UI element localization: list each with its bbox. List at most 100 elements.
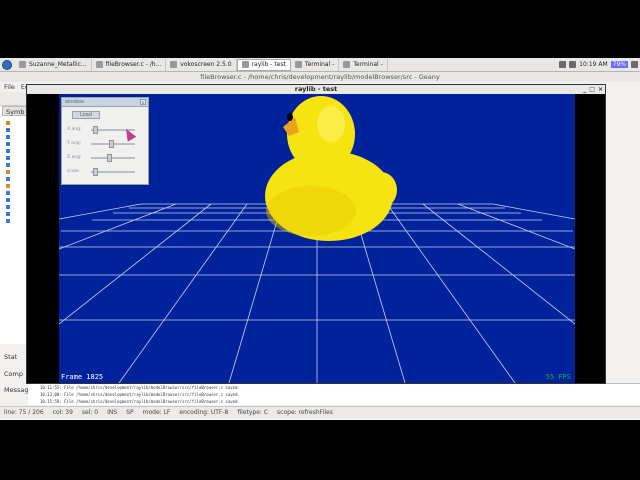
symbol-row[interactable] [6, 211, 24, 217]
folder-icon [6, 170, 10, 174]
terminal-icon [294, 61, 302, 68]
function-icon [6, 128, 10, 132]
function-icon [6, 177, 10, 181]
screen: Suzanne_Metallic... fileBrowser.c - /h..… [0, 0, 640, 480]
symbol-row[interactable] [6, 127, 24, 133]
folder-icon [6, 184, 10, 188]
taskbar: Suzanne_Metallic... fileBrowser.c - /h..… [0, 58, 640, 72]
status-sel: sel: 0 [81, 409, 99, 416]
symbol-row[interactable] [6, 148, 24, 154]
gui-close-button[interactable]: x [140, 99, 146, 105]
menu-file[interactable]: File [4, 82, 15, 92]
fps-counter: 55 FPS [545, 373, 571, 381]
load-button[interactable]: Load [72, 111, 100, 119]
message-line: 10:11:55: File /home/chris/development/r… [40, 385, 240, 390]
symbol-row[interactable] [6, 141, 24, 147]
frame-counter: Frame 1825 [61, 373, 104, 381]
slider-track[interactable] [91, 168, 135, 176]
raylib-window: raylib - test _ □ × Frame 1825 55 FPS wi… [26, 84, 606, 384]
symbol-row[interactable] [6, 134, 24, 140]
slider-scale: scale: [67, 168, 147, 176]
task-terminal-2[interactable]: Terminal - [339, 58, 388, 71]
symbol-row[interactable] [6, 162, 24, 168]
app-icon [19, 61, 26, 68]
function-icon [6, 135, 10, 139]
minimize-icon[interactable]: _ [583, 86, 586, 93]
close-icon[interactable]: × [598, 86, 603, 93]
raylib-titlebar[interactable]: raylib - test _ □ × [27, 85, 605, 94]
app-icon [170, 61, 178, 68]
function-icon [6, 205, 10, 209]
task-label: fileBrowser.c - /h... [105, 61, 162, 68]
task-label: Terminal - [304, 61, 335, 68]
tab-symbols[interactable]: Symb [2, 106, 29, 116]
app-icon [95, 61, 103, 68]
slider-knob[interactable] [107, 154, 113, 162]
status-ins: INS [107, 409, 118, 416]
task-label: vokoscreen 2.5.0 [180, 61, 232, 68]
slider-label: Y ang: [67, 141, 82, 146]
gui-window-title: window [65, 99, 84, 105]
slider-knob[interactable] [108, 140, 114, 148]
message-tabs: Stat Comp Messages [0, 344, 36, 404]
task-suzanne[interactable]: Suzanne_Metallic... [15, 58, 92, 71]
symbol-row[interactable] [6, 183, 24, 189]
task-filebrowser[interactable]: fileBrowser.c - /h... [92, 58, 167, 71]
slider-label: X ang: [67, 127, 82, 132]
status-sp: SP [126, 409, 134, 416]
raylib-window-title: raylib - test [294, 85, 338, 93]
status-encoding: encoding: UTF-8 [179, 409, 229, 416]
message-line: 10:13:00: File /home/chris/development/r… [40, 392, 240, 397]
message-line: 10:15:59: File /home/chris/development/r… [40, 399, 240, 404]
symbol-row[interactable] [6, 169, 24, 175]
window-controls: _ □ × [583, 86, 603, 93]
function-icon [6, 212, 10, 216]
geany-sidebar: Symb [0, 106, 29, 344]
status-mode: mode: LF [142, 409, 171, 416]
maximize-icon[interactable]: □ [589, 86, 595, 93]
symbol-row[interactable] [6, 197, 24, 203]
symbol-row[interactable] [6, 120, 24, 126]
task-vokoscreen[interactable]: vokoscreen 2.5.0 [166, 58, 237, 71]
task-terminal-1[interactable]: Terminal - [291, 58, 340, 71]
power-icon[interactable] [631, 61, 638, 68]
volume-icon[interactable] [569, 61, 577, 68]
gui-window-header[interactable]: window x [62, 98, 148, 107]
app-icon [241, 61, 249, 68]
function-icon [6, 191, 10, 195]
slider-knob[interactable] [92, 168, 98, 176]
folder-icon [6, 121, 10, 125]
slider-y-angle: Y ang: [67, 140, 147, 148]
slider-knob[interactable] [92, 126, 98, 134]
symbol-row[interactable] [6, 176, 24, 182]
status-col: col: 39 [52, 409, 73, 416]
symbol-row[interactable] [6, 190, 24, 196]
clock[interactable]: 10:19 AM [579, 61, 607, 68]
status-filetype: filetype: C [237, 409, 269, 416]
battery-indicator[interactable]: 79% [610, 61, 628, 68]
function-icon [6, 198, 10, 202]
status-line: line: 75 / 206 [4, 409, 44, 416]
slider-track[interactable] [91, 154, 135, 162]
terminal-icon [343, 61, 351, 68]
status-scope: scope: refreshFiles [277, 409, 333, 416]
tab-status[interactable]: Stat [4, 353, 17, 361]
function-icon [6, 149, 10, 153]
network-icon[interactable] [559, 61, 567, 68]
messages-panel: 10:11:55: File /home/chris/development/r… [28, 383, 640, 405]
start-menu-icon[interactable] [2, 59, 12, 70]
tab-compiler[interactable]: Comp [4, 370, 23, 378]
slider-track[interactable] [91, 140, 135, 148]
symbol-row[interactable] [6, 155, 24, 161]
task-raylib[interactable]: raylib - test [236, 58, 291, 71]
function-icon [6, 142, 10, 146]
slider-label: Z ang: [67, 155, 82, 160]
symbol-row[interactable] [6, 218, 24, 224]
task-label: raylib - test [251, 61, 286, 68]
geany-statusbar: line: 75 / 206 col: 39 sel: 0 INS SP mod… [0, 406, 640, 418]
task-label: Terminal - [353, 61, 383, 68]
slider-label: scale: [67, 169, 81, 174]
symbol-row[interactable] [6, 204, 24, 210]
function-icon [6, 156, 10, 160]
gui-window-panel: window x Load X ang: Y ang: Z ang: scale… [61, 97, 149, 185]
